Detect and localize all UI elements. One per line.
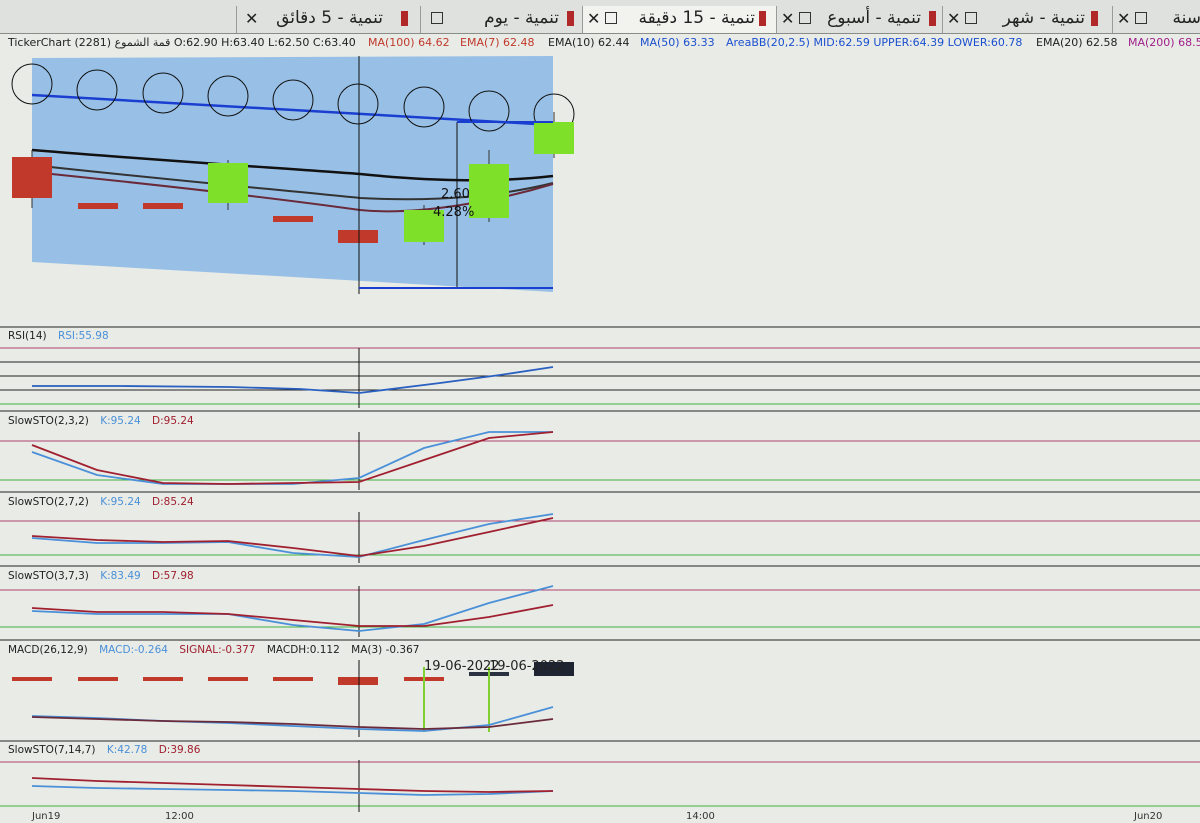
slowsto4-label: SlowSTO(7,14,7) K:42.78 D:39.86 bbox=[8, 744, 208, 756]
slowsto4-name: SlowSTO(7,14,7) bbox=[8, 744, 96, 756]
macd-name: MACD(26,12,9) bbox=[8, 644, 88, 656]
d-line bbox=[31, 517, 554, 557]
d-line bbox=[31, 777, 554, 793]
x-axis-label: 12:00 bbox=[165, 811, 194, 822]
macd-dash bbox=[208, 677, 248, 681]
macd-dash bbox=[338, 677, 378, 685]
slowsto3-d: D:57.98 bbox=[152, 570, 194, 582]
k-line bbox=[31, 431, 553, 485]
candle-down bbox=[12, 157, 52, 198]
slowsto4-d: D:39.86 bbox=[158, 744, 201, 756]
macd-ma-value: MA(3) -0.367 bbox=[351, 644, 420, 656]
macd-label: MACD(26,12,9) MACD:-0.264 SIGNAL:-0.377 … bbox=[8, 644, 427, 656]
rsi-label: RSI(14) RSI:55.98 bbox=[8, 330, 117, 342]
measure-percent: 4.28% bbox=[433, 205, 474, 220]
slowsto1-d: D:95.24 bbox=[152, 415, 194, 427]
rsi-value: RSI:55.98 bbox=[57, 330, 109, 342]
slowsto2-panel[interactable] bbox=[0, 512, 1200, 563]
slowsto2-label: SlowSTO(2,7,2) K:95.24 D:85.24 bbox=[8, 496, 202, 508]
slowsto2-name: SlowSTO(2,7,2) bbox=[8, 496, 89, 508]
signal-value: SIGNAL:-0.377 bbox=[179, 644, 256, 656]
slowsto2-k: K:95.24 bbox=[100, 496, 141, 508]
macd-panel[interactable]: 19-06-2022 19-06-2022 bbox=[12, 659, 574, 737]
ma100-dash bbox=[78, 203, 118, 209]
candle-up bbox=[469, 164, 509, 218]
candle-up bbox=[534, 122, 574, 154]
macd-dash bbox=[78, 677, 118, 681]
macd-value: MACD:-0.264 bbox=[99, 644, 168, 656]
slowsto1-k: K:95.24 bbox=[100, 415, 141, 427]
slowsto1-name: SlowSTO(2,3,2) bbox=[8, 415, 89, 427]
x-axis-label: Jun20 bbox=[1134, 811, 1163, 822]
ma100-dash bbox=[143, 203, 183, 209]
ma100-dash bbox=[273, 216, 313, 222]
slowsto4-panel[interactable] bbox=[0, 760, 1200, 812]
k-line bbox=[31, 585, 554, 632]
slowsto4-k: K:42.78 bbox=[106, 744, 148, 756]
slowsto3-k: K:83.49 bbox=[100, 570, 141, 582]
slowsto1-panel[interactable] bbox=[0, 431, 1200, 490]
slowsto3-panel[interactable] bbox=[0, 585, 1200, 637]
macdh-value: MACDH:0.112 bbox=[266, 644, 340, 656]
chart-canvas[interactable]: 2.60 4.28% 19-06-2022 19-06-2022 bbox=[0, 0, 1200, 823]
macd-dash bbox=[143, 677, 183, 681]
macd-dash bbox=[273, 677, 313, 681]
x-axis-label: 14:00 bbox=[686, 811, 715, 822]
slowsto1-label: SlowSTO(2,3,2) K:95.24 D:95.24 bbox=[8, 415, 202, 427]
slowsto2-d: D:85.24 bbox=[152, 496, 194, 508]
signal-line bbox=[31, 716, 554, 730]
macd-ma-dashes bbox=[12, 677, 444, 685]
macd-date-tag: 19-06-2022 bbox=[489, 659, 565, 674]
rsi-line bbox=[32, 366, 554, 394]
ma100-dash bbox=[338, 230, 378, 243]
slowsto3-label: SlowSTO(3,7,3) K:83.49 D:57.98 bbox=[8, 570, 202, 582]
slowsto3-name: SlowSTO(3,7,3) bbox=[8, 570, 89, 582]
measure-change: 2.60 bbox=[441, 187, 470, 202]
macd-dash bbox=[12, 677, 52, 681]
candle-up bbox=[208, 163, 248, 203]
price-panel[interactable]: 2.60 4.28% bbox=[11, 56, 575, 294]
x-axis-label: Jun19 bbox=[32, 811, 61, 822]
rsi-name: RSI(14) bbox=[8, 330, 47, 342]
rsi-panel[interactable] bbox=[0, 347, 1200, 408]
